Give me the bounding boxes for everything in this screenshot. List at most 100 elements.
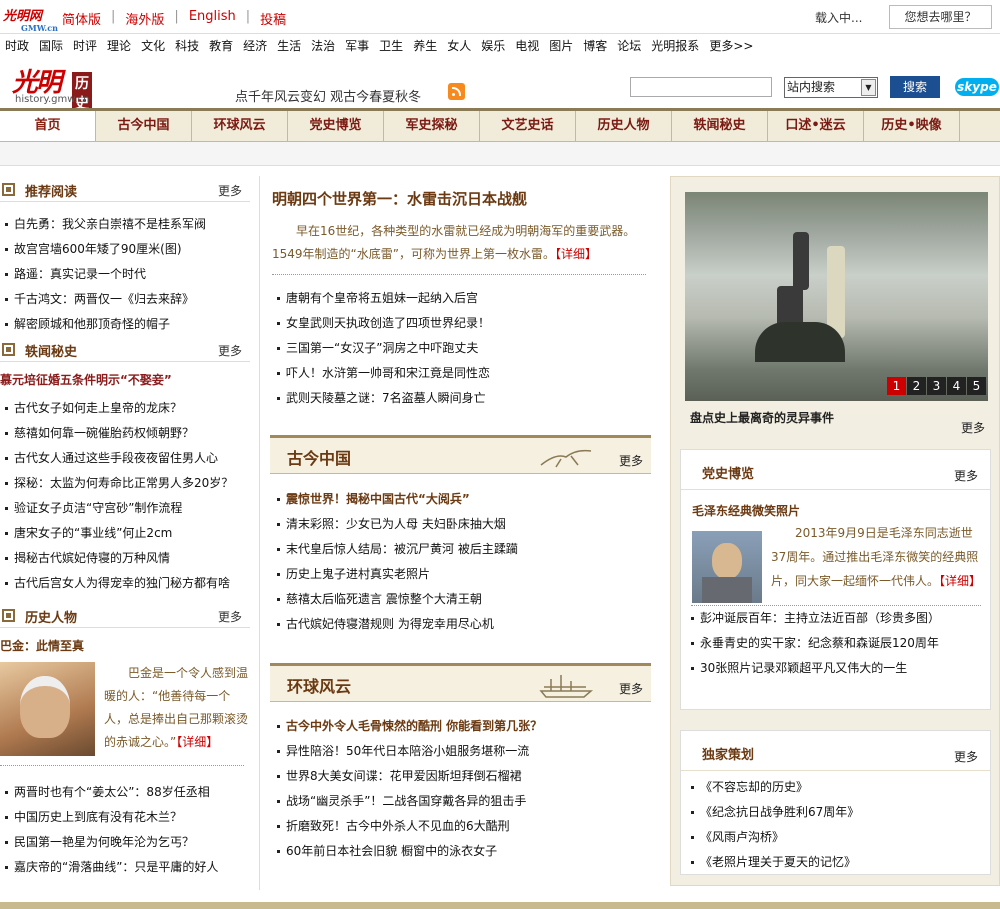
search-scope-select[interactable]: 站内搜索 ▼ xyxy=(784,77,878,98)
channel-link[interactable]: 时政 xyxy=(0,34,34,58)
channel-link[interactable]: 教育 xyxy=(204,34,238,58)
where-to-go-dropdown[interactable]: 您想去哪里？ xyxy=(889,5,992,29)
more-link[interactable]: 更多 xyxy=(619,452,643,469)
list-item[interactable]: 民国第一艳星为何晚年沦为乞丐？ xyxy=(0,830,250,855)
site-logo[interactable]: 光明 历史 history.gmw.cn xyxy=(12,62,92,114)
channel-link[interactable]: 图片 xyxy=(544,34,578,58)
slider-page-5[interactable]: 5 xyxy=(967,377,986,395)
list-item[interactable]: 嘉庆帝的“滑落曲线”：只是平庸的好人 xyxy=(0,855,250,880)
list-item-featured[interactable]: 震惊世界！揭秘中国古代“大阅兵” xyxy=(272,487,652,512)
channel-link[interactable]: 卫生 xyxy=(374,34,408,58)
list-item[interactable]: 古代女人通过这些手段夜夜留住男人心 xyxy=(0,446,250,471)
more-link[interactable]: 更多 xyxy=(218,608,242,625)
channel-link[interactable]: 博客 xyxy=(578,34,612,58)
more-link[interactable]: 更多 xyxy=(961,419,985,436)
list-item[interactable]: 世界8大美女间谍：花甲爱因斯坦拜倒石榴裙 xyxy=(272,764,652,789)
rss-icon[interactable] xyxy=(448,83,465,100)
list-item[interactable]: 历史上鬼子进村真实老照片 xyxy=(272,562,652,587)
channel-link[interactable]: 娱乐 xyxy=(476,34,510,58)
channel-link[interactable]: 论坛 xyxy=(612,34,646,58)
link-simplified[interactable]: 简体版 xyxy=(52,9,111,28)
more-link[interactable]: 更多 xyxy=(218,182,242,199)
nav-item[interactable]: 文艺史话 xyxy=(480,111,576,141)
list-item[interactable]: 战场“幽灵杀手”！二战各国穿戴各异的狙击手 xyxy=(272,789,652,814)
more-link[interactable]: 更多 xyxy=(954,467,978,484)
list-item[interactable]: 白先勇：我父亲白崇禧不是桂系军阀 xyxy=(0,212,250,237)
list-item[interactable]: 慈禧如何靠一碗催胎药权倾朝野？ xyxy=(0,421,250,446)
detail-link[interactable]: 【详细】 xyxy=(555,247,597,261)
channel-link[interactable]: 理论 xyxy=(102,34,136,58)
channel-link[interactable]: 电视 xyxy=(510,34,544,58)
channel-link[interactable]: 光明报系 xyxy=(646,34,704,58)
list-item[interactable]: 古代嫔妃侍寝潜规则 为得宠幸用尽心机 xyxy=(272,612,652,637)
list-item[interactable]: 折磨致死！古今中外杀人不见血的6大酷刑 xyxy=(272,814,652,839)
nav-item[interactable]: 党史博览 xyxy=(288,111,384,141)
slider-caption[interactable]: 盘点史上最离奇的灵异事件 xyxy=(690,409,834,426)
channel-link[interactable]: 军事 xyxy=(340,34,374,58)
list-item[interactable]: 千古鸿文：两晋仅一《归去来辞》 xyxy=(0,287,250,312)
list-item[interactable]: 唐宋女子的“事业线”何止2cm xyxy=(0,521,250,546)
channel-link[interactable]: 更多>> xyxy=(704,34,758,58)
more-link[interactable]: 更多 xyxy=(954,748,978,765)
people-headline[interactable]: 巴金：此情至真 xyxy=(0,637,84,654)
list-item[interactable]: 古代女子如何走上皇帝的龙床？ xyxy=(0,396,250,421)
slider-page-4[interactable]: 4 xyxy=(947,377,966,395)
list-item[interactable]: 《风雨卢沟桥》 xyxy=(686,825,986,850)
list-item[interactable]: 解密顾城和他那顶奇怪的帽子 xyxy=(0,312,250,337)
channel-link[interactable]: 法治 xyxy=(306,34,340,58)
list-item[interactable]: 古代后宫女人为得宠幸的独门秘方都有啥 xyxy=(0,571,250,596)
detail-link[interactable]: 【详细】 xyxy=(176,735,218,749)
channel-link[interactable]: 女人 xyxy=(442,34,476,58)
list-item[interactable]: 故宫宫墙600年矮了90厘米(图) xyxy=(0,237,250,262)
list-item-featured[interactable]: 古今中外令人毛骨悚然的酷刑 你能看到第几张？ xyxy=(272,714,652,739)
channel-link[interactable]: 时评 xyxy=(68,34,102,58)
link-overseas[interactable]: 海外版 xyxy=(115,9,174,28)
channel-link[interactable]: 国际 xyxy=(34,34,68,58)
slider-page-1[interactable]: 1 xyxy=(887,377,906,395)
nav-item[interactable]: 历史•映像 xyxy=(864,111,960,141)
list-item[interactable]: 中国历史上到底有没有花木兰？ xyxy=(0,805,250,830)
nav-item[interactable]: 环球风云 xyxy=(192,111,288,141)
channel-link[interactable]: 养生 xyxy=(408,34,442,58)
link-submit[interactable]: 投稿 xyxy=(250,9,296,28)
search-input[interactable] xyxy=(630,77,772,97)
list-item[interactable]: 揭秘古代嫔妃侍寝的万种风情 xyxy=(0,546,250,571)
list-item[interactable]: 武则天陵墓之谜：7名盗墓人瞬间身亡 xyxy=(272,386,652,411)
channel-link[interactable]: 经济 xyxy=(238,34,272,58)
slider-page-3[interactable]: 3 xyxy=(927,377,946,395)
list-item[interactable]: 永垂青史的实干家：纪念蔡和森诞辰120周年 xyxy=(686,631,986,656)
nav-item[interactable]: 历史人物 xyxy=(576,111,672,141)
list-item[interactable]: 慈禧太后临死遗言 震惊整个大清王朝 xyxy=(272,587,652,612)
list-item[interactable]: 吓人！水浒第一帅哥和宋江竟是同性恋 xyxy=(272,361,652,386)
list-item[interactable]: 唐朝有个皇帝将五姐妹一起纳入后宫 xyxy=(272,286,652,311)
list-item[interactable]: 30张照片记录邓颖超平凡又伟大的一生 xyxy=(686,656,986,681)
list-item[interactable]: 异性陪浴！50年代日本陪浴小姐服务堪称一流 xyxy=(272,739,652,764)
anecdote-headline[interactable]: 慕元培征婚五条件明示“不娶妾” xyxy=(0,368,250,392)
nav-item[interactable]: 口述•迷云 xyxy=(768,111,864,141)
list-item[interactable]: 末代皇后惊人结局：被沉尸黄河 被后主蹂躏 xyxy=(272,537,652,562)
bajin-photo[interactable] xyxy=(0,662,95,756)
nav-item[interactable]: 军史探秘 xyxy=(384,111,480,141)
list-item[interactable]: 《纪念抗日战争胜利67周年》 xyxy=(686,800,986,825)
list-item[interactable]: 两晋时也有个“姜太公”：88岁任丞相 xyxy=(0,780,250,805)
channel-link[interactable]: 文化 xyxy=(136,34,170,58)
party-headline[interactable]: 毛泽东经典微笑照片 xyxy=(692,502,800,519)
link-english[interactable]: English xyxy=(179,9,246,28)
more-link[interactable]: 更多 xyxy=(619,680,643,697)
slider-page-2[interactable]: 2 xyxy=(907,377,926,395)
detail-link[interactable]: 【详细】 xyxy=(939,574,981,588)
nav-item[interactable]: 轶闻秘史 xyxy=(672,111,768,141)
list-item[interactable]: 《不容忘却的历史》 xyxy=(686,775,986,800)
search-button[interactable]: 搜索 xyxy=(890,76,940,98)
list-item[interactable]: 女皇武则天执政创造了四项世界纪录！ xyxy=(272,311,652,336)
nav-item[interactable]: 古今中国 xyxy=(96,111,192,141)
list-item[interactable]: 60年前日本社会旧貌 橱窗中的泳衣女子 xyxy=(272,839,652,864)
skype-button[interactable]: skype xyxy=(955,78,999,96)
list-item[interactable]: 《老照片理关于夏天的记忆》 xyxy=(686,850,986,875)
list-item[interactable]: 清末彩照：少女已为人母 夫妇卧床抽大烟 xyxy=(272,512,652,537)
channel-link[interactable]: 科技 xyxy=(170,34,204,58)
nav-item[interactable]: 首页 xyxy=(0,111,96,141)
headline-title[interactable]: 明朝四个世界第一：水雷击沉日本战舰 xyxy=(272,188,527,209)
more-link[interactable]: 更多 xyxy=(218,342,242,359)
gmw-logo[interactable]: 光明网 GMW.cn xyxy=(3,6,58,33)
